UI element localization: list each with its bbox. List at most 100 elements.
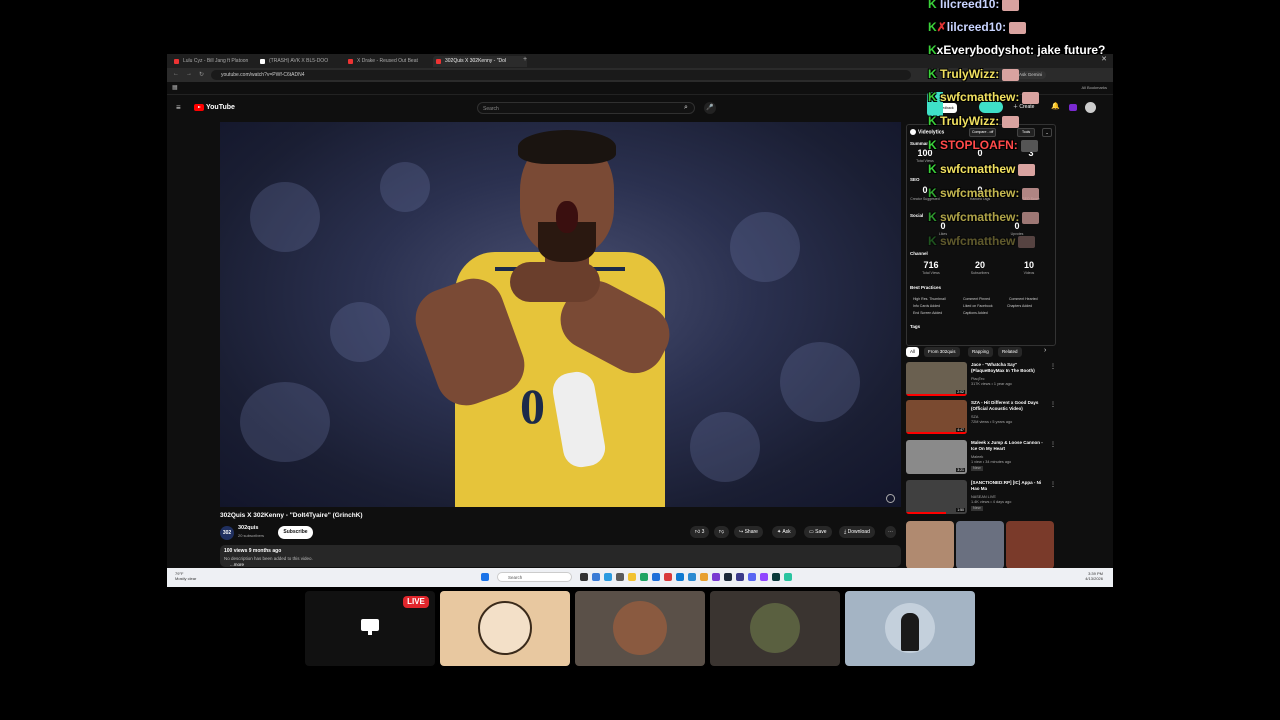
description-box[interactable]: 100 views 9 months ago No description ha… xyxy=(220,545,901,567)
more-vert-icon[interactable]: ⋮ xyxy=(1050,481,1056,488)
taskbar-app-icon[interactable] xyxy=(640,573,648,581)
recommendation-item[interactable]: 2:02 Jace - "Whatcha Say" (PlaqueBoyMax … xyxy=(906,362,1056,400)
like-button[interactable]: 👍︎ 3 xyxy=(690,526,710,538)
chip-rapping[interactable]: Rapping xyxy=(968,347,993,357)
apps-icon[interactable]: ▦ xyxy=(172,84,178,91)
chat-username: STOPLOAFN: xyxy=(940,138,1018,152)
extension-icon[interactable] xyxy=(1069,104,1077,111)
file-explorer-icon[interactable] xyxy=(628,573,636,581)
best-practice-item: High Res. Thumbnail xyxy=(913,297,946,301)
taskbar-app-icon[interactable] xyxy=(736,573,744,581)
taskbar-app-icon[interactable] xyxy=(784,573,792,581)
taskbar-clock[interactable]: 3:39 PM 4/13/2026 xyxy=(1085,571,1103,581)
reload-icon[interactable]: ↻ xyxy=(199,71,204,78)
video-thumbnail[interactable]: 4:47 xyxy=(906,400,967,434)
video-player[interactable]: 0 xyxy=(220,122,901,507)
short-thumbnail[interactable] xyxy=(1006,521,1054,569)
back-icon[interactable]: ← xyxy=(173,71,179,77)
chip-related[interactable]: Related xyxy=(998,347,1022,357)
share-button[interactable]: ↪ Share xyxy=(734,526,763,538)
browser-tab[interactable]: Lulu Cyz - Bill Jang ft Platoon xyxy=(171,56,265,67)
taskbar-app-icon[interactable] xyxy=(772,573,780,581)
taskbar-app-icon[interactable] xyxy=(688,573,696,581)
download-button[interactable]: ⤓ Download xyxy=(839,526,875,538)
chip-from-channel[interactable]: From 302quis xyxy=(924,347,960,357)
ask-label: Ask xyxy=(782,529,791,535)
taskbar-app-icon[interactable] xyxy=(604,573,612,581)
recommendation-item[interactable]: 4:47 SZA - Hit Different x Good Days (Of… xyxy=(906,400,1056,438)
more-vert-icon[interactable]: ⋮ xyxy=(1050,401,1056,408)
dislike-button[interactable]: 👎︎ xyxy=(714,526,730,538)
start-icon[interactable] xyxy=(481,573,489,581)
short-thumbnail[interactable] xyxy=(906,521,954,569)
avatar[interactable] xyxy=(1085,102,1096,113)
chat-emote xyxy=(1002,115,1020,128)
ask-button[interactable]: ✦ Ask xyxy=(772,526,796,538)
settings-icon[interactable] xyxy=(886,494,895,503)
chevron-down-icon[interactable]: ⌄ xyxy=(1042,128,1052,137)
bell-icon[interactable]: 🔔 xyxy=(1051,102,1060,110)
create-button[interactable]: ＋ Create xyxy=(1013,103,1034,110)
tools-button[interactable]: Tools xyxy=(1017,128,1036,137)
taskbar-app-icon[interactable] xyxy=(616,573,624,581)
participant-tile[interactable] xyxy=(575,591,705,666)
chat-message: K swfcmatthew: xyxy=(928,90,1040,104)
chat-username: swfcmatthew xyxy=(940,162,1016,176)
participant-tile[interactable] xyxy=(845,591,975,666)
menu-icon[interactable]: ≡ xyxy=(176,103,181,112)
taskbar-search-input[interactable]: Search xyxy=(497,572,572,582)
youtube-logo[interactable]: YouTube xyxy=(194,104,235,111)
recommendation-title[interactable]: Maleek x Jump & Loose Cannon - Ice On My… xyxy=(971,440,1046,452)
chevron-right-icon[interactable]: › xyxy=(1044,347,1046,354)
more-vert-icon[interactable]: ⋮ xyxy=(1050,363,1056,370)
url-field[interactable]: youtube.com/watch?v=PWf-C6tADN4 xyxy=(211,70,911,80)
compare-toggle[interactable]: Compare - off xyxy=(969,128,997,137)
video-thumbnail[interactable]: 3:21 xyxy=(906,440,967,474)
participant-tile[interactable] xyxy=(710,591,840,666)
search-icon[interactable]: ⌕ xyxy=(677,102,695,114)
search-input[interactable]: Search xyxy=(477,102,695,114)
chat-message: K✗lilcreed10: xyxy=(928,20,1027,34)
videolytics-logo-icon xyxy=(910,129,916,135)
recommendation-title[interactable]: [SANCTIONED:RP] [IC] Appa - Ni Hao Ma xyxy=(971,480,1046,492)
all-bookmarks[interactable]: All Bookmarks xyxy=(1081,85,1107,90)
ask-gemini-button[interactable]: Ask Gemini xyxy=(1015,71,1047,79)
save-button[interactable]: ▭ Save xyxy=(804,526,832,538)
channel-name[interactable]: 302quis xyxy=(238,525,258,531)
taskbar-app-icon[interactable] xyxy=(664,573,672,581)
chat-badge-icon: K xyxy=(928,67,937,81)
forward-icon[interactable]: → xyxy=(186,71,192,77)
weather-widget[interactable]: 79°F Mostly clear xyxy=(175,571,196,581)
video-thumbnail[interactable]: 1:50 xyxy=(906,480,967,514)
taskbar-app-icon[interactable] xyxy=(676,573,684,581)
edge-icon[interactable] xyxy=(652,573,660,581)
browser-tab[interactable]: X Drake - Reused Out Beat xyxy=(345,56,439,67)
recommendation-title[interactable]: Jace - "Whatcha Say" (PlaqueBoyMax In Th… xyxy=(971,362,1046,374)
more-vert-icon[interactable]: ⋮ xyxy=(1050,441,1056,448)
recommendation-item[interactable]: 3:21 Maleek x Jump & Loose Cannon - Ice … xyxy=(906,440,1056,478)
task-view-icon[interactable] xyxy=(580,573,588,581)
recommendation-item[interactable]: 1:50 [SANCTIONED:RP] [IC] Appa - Ni Hao … xyxy=(906,480,1056,518)
more-link[interactable]: ...more xyxy=(230,562,244,567)
tab-label: Lulu Cyz - Bill Jang ft Platoon xyxy=(183,58,249,64)
channel-avatar[interactable]: 302 xyxy=(220,526,234,540)
browser-tab[interactable]: (TRASH) AVK X BL5-DOO xyxy=(257,56,351,67)
chip-all[interactable]: All xyxy=(906,347,920,357)
widgets-icon[interactable] xyxy=(592,573,600,581)
participant-tile[interactable] xyxy=(440,591,570,666)
short-thumbnail[interactable] xyxy=(956,521,1004,569)
mic-icon[interactable]: 🎤 xyxy=(704,102,716,114)
browser-tab-active[interactable]: 302Quis X 302Kenny - "Dol xyxy=(433,56,527,67)
video-thumbnail[interactable]: 2:02 xyxy=(906,362,967,396)
tab-label: (TRASH) AVK X BL5-DOO xyxy=(269,58,329,64)
recommendation-title[interactable]: SZA - Hit Different x Good Days (Officia… xyxy=(971,400,1046,412)
more-actions-icon[interactable]: ⋯ xyxy=(885,526,896,538)
chat-message: K STOPLOAFN: xyxy=(928,138,1038,152)
taskbar-app-icon[interactable] xyxy=(712,573,720,581)
new-tab-icon[interactable]: + xyxy=(523,56,527,63)
subscribe-button[interactable]: Subscribe xyxy=(278,526,313,539)
steam-icon[interactable] xyxy=(724,573,732,581)
discord-icon[interactable] xyxy=(748,573,756,581)
taskbar-app-icon[interactable] xyxy=(760,573,768,581)
chrome-icon[interactable] xyxy=(700,573,708,581)
